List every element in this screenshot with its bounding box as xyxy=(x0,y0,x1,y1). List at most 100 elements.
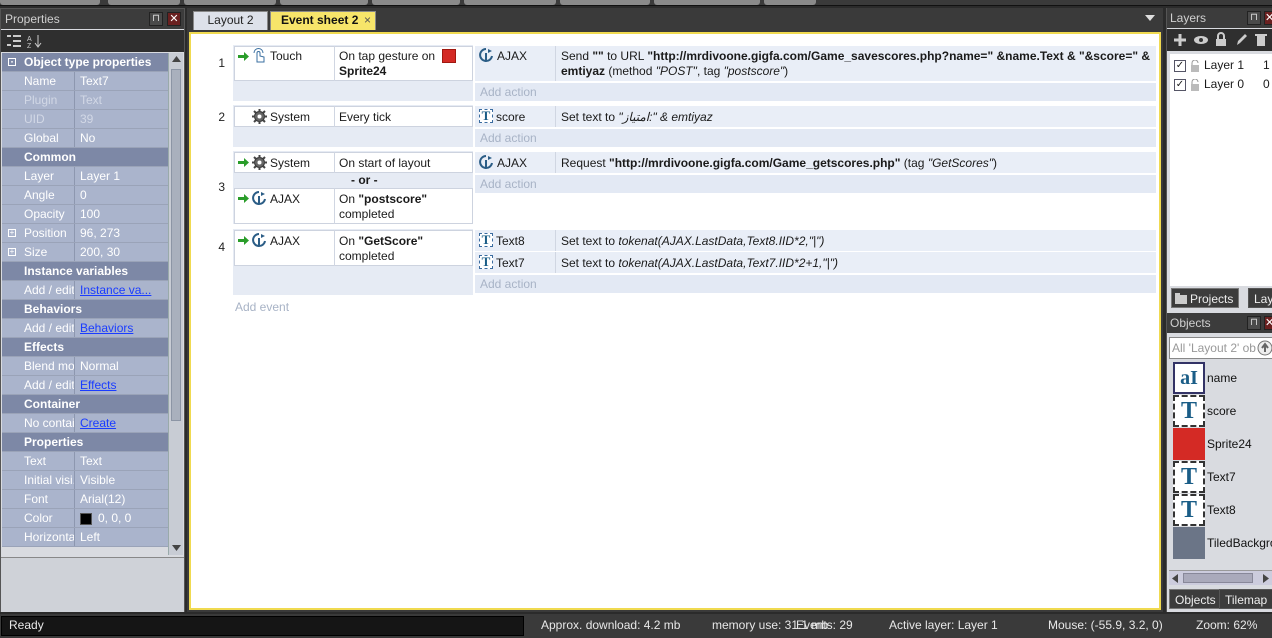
toolbar-segment[interactable] xyxy=(280,0,368,5)
add-action-link[interactable]: Add action xyxy=(475,129,1156,147)
divider xyxy=(555,46,556,81)
categorized-sort-icon[interactable] xyxy=(7,34,21,48)
property-row[interactable]: Global No xyxy=(2,129,168,148)
divider xyxy=(555,230,556,251)
toolbar-segment[interactable] xyxy=(654,0,760,5)
pin-icon[interactable]: ⊓ xyxy=(1247,316,1261,330)
property-row[interactable]: Add / edit Behaviors xyxy=(2,319,168,338)
layers-list: ✓ Layer 1 1 ✓ Layer 0 0 xyxy=(1170,54,1272,286)
property-row[interactable]: Horizontal... Left xyxy=(2,528,168,547)
property-row[interactable]: UID 39 xyxy=(2,110,168,129)
property-row[interactable]: Color 0, 0, 0 xyxy=(2,509,168,528)
toolbar-segment[interactable] xyxy=(184,0,276,5)
collapse-icon[interactable]: - xyxy=(8,58,16,66)
property-row[interactable]: Initial visi... Visible xyxy=(2,471,168,490)
eye-icon[interactable] xyxy=(1193,33,1209,47)
property-row[interactable]: Size +200, 30 xyxy=(2,243,168,262)
property-link[interactable]: Effects xyxy=(80,378,116,392)
layer-visible-checkbox[interactable]: ✓ xyxy=(1174,78,1186,91)
property-category[interactable]: Behaviors - xyxy=(2,58,168,319)
tab-list-dropdown-icon[interactable] xyxy=(1145,15,1155,21)
scrollbar-thumb[interactable] xyxy=(171,69,181,421)
property-row[interactable]: Name Text7 xyxy=(2,72,168,91)
tab-objects[interactable]: Objects xyxy=(1169,589,1222,609)
tab-close-icon[interactable]: × xyxy=(364,12,371,29)
close-icon[interactable]: ✕ xyxy=(1264,316,1272,330)
condition-param: "postscore" xyxy=(358,192,428,206)
property-row[interactable]: Opacity 100 xyxy=(2,205,168,224)
close-icon[interactable]: ✕ xyxy=(167,12,181,26)
toolbar-segment[interactable] xyxy=(0,0,100,5)
action-variable: emtiyaz xyxy=(561,64,606,78)
status-zoom: Zoom: 62% xyxy=(1196,618,1258,632)
property-category[interactable]: Effects - xyxy=(2,58,168,357)
property-link[interactable]: Create xyxy=(80,416,116,430)
condition-text: On "GetScore" xyxy=(339,234,423,248)
scroll-down-icon[interactable] xyxy=(172,545,181,551)
add-layer-icon[interactable] xyxy=(1173,33,1187,47)
action-text-line1: Send "" to URL "http://mrdivoone.gigfa.c… xyxy=(561,49,1150,63)
pin-icon[interactable]: ⊓ xyxy=(149,12,163,26)
property-link[interactable]: Instance va... xyxy=(80,283,151,297)
property-category[interactable]: Properties - xyxy=(2,58,168,452)
tab-layout-2[interactable]: Layout 2 xyxy=(193,11,268,30)
scroll-up-icon[interactable] xyxy=(172,56,181,62)
add-action-link[interactable]: Add action xyxy=(475,175,1156,193)
tab-layers[interactable]: Layers xyxy=(1248,288,1272,308)
scroll-right-icon[interactable] xyxy=(1263,574,1269,583)
tiled-background-icon xyxy=(1173,527,1205,559)
toolbar-segment[interactable] xyxy=(764,0,816,5)
expand-icon[interactable]: + xyxy=(8,248,16,256)
property-row[interactable]: Plugin Text xyxy=(2,91,168,110)
scrollbar-thumb[interactable] xyxy=(1183,573,1253,583)
trigger-arrow-icon xyxy=(238,194,249,203)
layer-visible-checkbox[interactable]: ✓ xyxy=(1174,59,1186,72)
property-category-label: Effects xyxy=(24,340,65,354)
property-row[interactable]: Layer Layer 1 xyxy=(2,167,168,186)
filter-clear-icon[interactable] xyxy=(1257,340,1272,356)
add-event-link[interactable]: Add event xyxy=(235,300,289,314)
tab-tilemap[interactable]: Tilemap xyxy=(1219,589,1272,609)
property-row[interactable]: No contai... Create xyxy=(2,414,168,433)
property-row[interactable]: Angle 0 xyxy=(2,186,168,205)
object-name: Text7 xyxy=(1207,470,1236,484)
property-row[interactable]: Font Arial(12) xyxy=(2,490,168,509)
property-category[interactable]: Instance variables - xyxy=(2,58,168,281)
pin-icon[interactable]: ⊓ xyxy=(1247,11,1261,25)
property-row[interactable]: Text Text xyxy=(2,452,168,471)
property-category[interactable]: Object type properties - xyxy=(2,53,168,72)
scroll-left-icon[interactable] xyxy=(1172,574,1178,583)
add-action-link[interactable]: Add action xyxy=(475,275,1156,293)
property-value: Text xyxy=(80,454,103,468)
property-row[interactable]: Position +96, 273 xyxy=(2,224,168,243)
property-row[interactable]: Add / edit Instance va... xyxy=(2,281,168,300)
toolbar-segment[interactable] xyxy=(464,0,556,5)
gear-icon xyxy=(252,155,267,170)
unlocked-icon[interactable] xyxy=(1190,59,1200,72)
property-row[interactable]: Blend mode Normal xyxy=(2,357,168,376)
tab-event-sheet-2[interactable]: Event sheet 2 × xyxy=(270,11,376,30)
toolbar-segment[interactable] xyxy=(108,0,180,5)
properties-scrollbar[interactable] xyxy=(168,53,183,555)
toolbar-segment[interactable] xyxy=(560,0,650,5)
add-action-link[interactable]: Add action xyxy=(475,83,1156,101)
divider xyxy=(555,106,556,127)
delete-layer-icon[interactable] xyxy=(1255,32,1267,47)
property-category[interactable]: Common - xyxy=(2,58,168,167)
layer-row[interactable]: ✓ Layer 0 0 xyxy=(1174,75,1270,93)
toolbar-segment[interactable] xyxy=(372,0,460,5)
layer-row[interactable]: ✓ Layer 1 1 xyxy=(1174,56,1270,74)
property-category[interactable]: Container - xyxy=(2,58,168,414)
close-icon[interactable]: ✕ xyxy=(1264,11,1272,25)
objects-hscrollbar[interactable] xyxy=(1169,570,1272,585)
expand-icon[interactable]: + xyxy=(8,229,16,237)
property-row[interactable]: Add / edit Effects xyxy=(2,376,168,395)
unlocked-icon[interactable] xyxy=(1190,78,1200,91)
alphabetical-sort-icon[interactable]: AZ xyxy=(27,34,43,48)
property-link[interactable]: Behaviors xyxy=(80,321,133,335)
object-name: Text8 xyxy=(1207,503,1236,517)
lock-icon[interactable] xyxy=(1215,32,1227,47)
edit-icon[interactable] xyxy=(1235,32,1249,47)
tab-label: Layers xyxy=(1254,292,1272,306)
tab-projects[interactable]: Projects xyxy=(1171,288,1240,308)
